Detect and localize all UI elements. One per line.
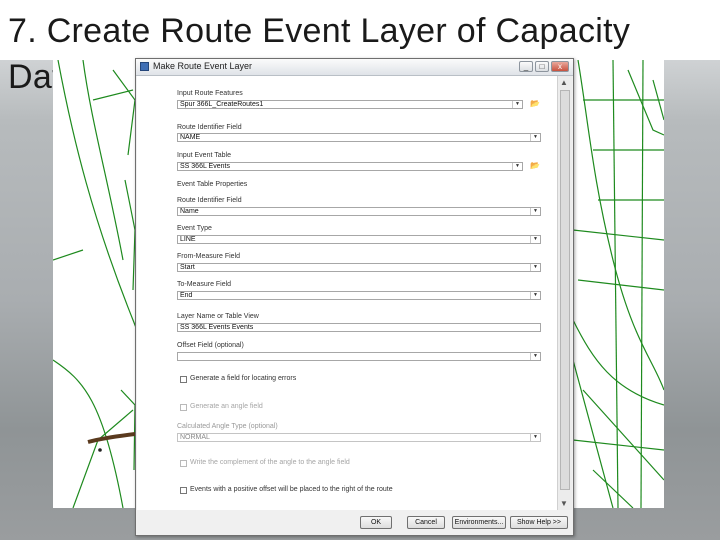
chevron-down-icon[interactable]: ▼: [512, 163, 522, 170]
tool-icon: [140, 62, 149, 71]
input-event-table-select[interactable]: SS 366L Events ▼: [177, 162, 523, 171]
chevron-down-icon[interactable]: ▼: [530, 208, 540, 215]
scroll-down-arrow-icon[interactable]: ▼: [560, 499, 568, 508]
event-type-select[interactable]: LINE ▼: [177, 235, 541, 244]
chevron-down-icon[interactable]: ▼: [530, 292, 540, 299]
calculated-angle-type-label: Calculated Angle Type (optional): [177, 423, 278, 430]
from-measure-field-value: Start: [180, 264, 195, 271]
scroll-up-arrow-icon[interactable]: ▲: [560, 78, 568, 87]
minimize-button[interactable]: _: [519, 61, 533, 72]
offset-field-label: Offset Field (optional): [177, 342, 244, 349]
browse-folder-icon[interactable]: 📂: [529, 98, 541, 109]
write-complement-checkbox[interactable]: [180, 460, 187, 467]
calculated-angle-type-value: NORMAL: [180, 434, 210, 441]
input-route-features-select[interactable]: Spur 366L_CreateRoutes1 ▼: [177, 100, 523, 109]
calculated-angle-type-select[interactable]: NORMAL ▼: [177, 433, 541, 442]
form-scrollbar[interactable]: ▲ ▼: [557, 76, 572, 510]
generate-angle-field-label: Generate an angle field: [190, 403, 263, 410]
generate-error-field-label: Generate a field for locating errors: [190, 375, 297, 382]
event-route-identifier-value: Name: [180, 208, 199, 215]
browse-folder-icon[interactable]: 📂: [529, 160, 541, 171]
dialog-title: Make Route Event Layer: [153, 61, 253, 71]
cancel-button[interactable]: Cancel: [407, 516, 445, 529]
event-type-label: Event Type: [177, 225, 212, 232]
layer-name-label: Layer Name or Table View: [177, 313, 259, 320]
ok-button[interactable]: OK: [360, 516, 392, 529]
chevron-down-icon[interactable]: ▼: [530, 236, 540, 243]
from-measure-field-label: From-Measure Field: [177, 253, 241, 260]
positive-offset-checkbox[interactable]: [180, 487, 187, 494]
event-type-value: LINE: [180, 236, 196, 243]
make-route-event-layer-dialog: Make Route Event Layer _ □ x Input Route…: [135, 58, 574, 536]
layer-name-input[interactable]: SS 366L Events Events: [177, 323, 541, 332]
scrollbar-thumb[interactable]: [560, 90, 570, 490]
event-table-properties-heading: Event Table Properties: [177, 181, 248, 188]
route-identifier-field-select[interactable]: NAME ▼: [177, 133, 541, 142]
chevron-down-icon[interactable]: ▼: [530, 434, 540, 441]
generate-angle-field-checkbox[interactable]: [180, 404, 187, 411]
positive-offset-label: Events with a positive offset will be pl…: [190, 486, 393, 493]
environments-button[interactable]: Environments...: [452, 516, 506, 529]
input-route-features-value: Spur 366L_CreateRoutes1: [180, 101, 264, 108]
from-measure-field-select[interactable]: Start ▼: [177, 263, 541, 272]
dialog-titlebar[interactable]: Make Route Event Layer _ □ x: [136, 59, 573, 76]
close-button[interactable]: x: [551, 61, 569, 72]
input-event-table-value: SS 366L Events: [180, 163, 230, 170]
input-route-features-label: Input Route Features: [177, 90, 243, 97]
parameters-form: Input Route Features Spur 366L_CreateRou…: [137, 76, 559, 510]
write-complement-label: Write the complement of the angle to the…: [190, 459, 350, 466]
chevron-down-icon[interactable]: ▼: [530, 134, 540, 141]
generate-error-field-checkbox[interactable]: [180, 376, 187, 383]
chevron-down-icon[interactable]: ▼: [512, 101, 522, 108]
offset-field-select[interactable]: ▼: [177, 352, 541, 361]
event-route-identifier-label: Route Identifier Field: [177, 197, 242, 204]
dialog-button-bar: OK Cancel Environments... Show Help >>: [136, 510, 573, 535]
input-event-table-label: Input Event Table: [177, 152, 231, 159]
to-measure-field-label: To-Measure Field: [177, 281, 232, 288]
route-identifier-field-value: NAME: [180, 134, 201, 141]
to-measure-field-select[interactable]: End ▼: [177, 291, 541, 300]
chevron-down-icon[interactable]: ▼: [530, 353, 540, 360]
chevron-down-icon[interactable]: ▼: [530, 264, 540, 271]
show-help-button[interactable]: Show Help >>: [510, 516, 568, 529]
to-measure-field-value: End: [180, 292, 193, 299]
route-identifier-field-label: Route Identifier Field: [177, 124, 242, 131]
maximize-button[interactable]: □: [535, 61, 549, 72]
event-route-identifier-select[interactable]: Name ▼: [177, 207, 541, 216]
